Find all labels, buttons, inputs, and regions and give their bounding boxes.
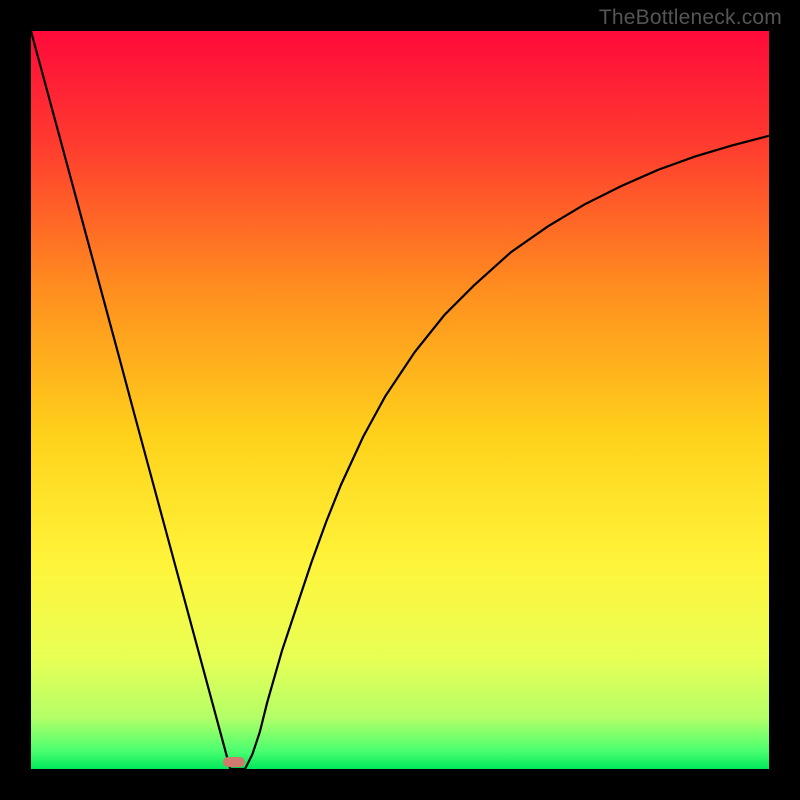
watermark-text: TheBottleneck.com [599, 6, 782, 30]
chart-frame: TheBottleneck.com [0, 0, 800, 800]
bottleneck-curve [31, 31, 769, 769]
plot-area [31, 31, 769, 769]
optimal-marker [223, 757, 245, 767]
